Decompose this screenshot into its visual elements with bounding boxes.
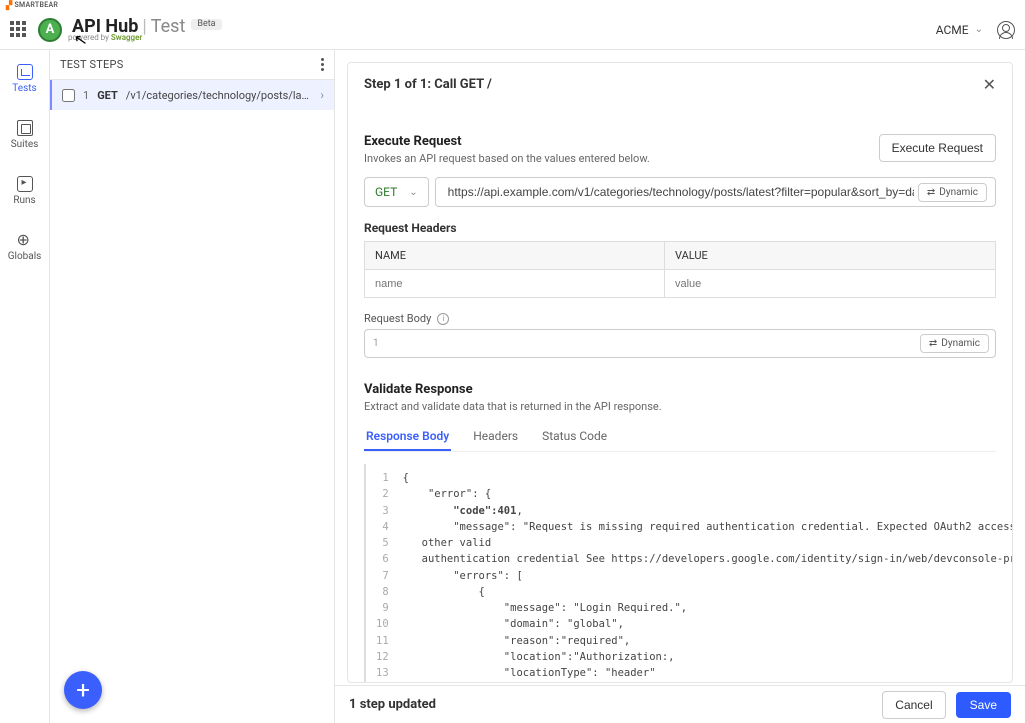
chevron-down-icon: ⌄ — [975, 24, 983, 35]
beta-badge: Beta — [191, 19, 221, 30]
test-steps-panel: TEST STEPS 1 GET /v1/categories/technolo… — [50, 50, 335, 723]
step-path: /v1/categories/technology/posts/latest?f… — [126, 89, 313, 102]
step-checkbox[interactable] — [62, 89, 75, 102]
validate-response-desc: Extract and validate data that is return… — [364, 400, 996, 413]
add-step-fab[interactable]: + — [64, 671, 102, 709]
request-body-label: Request Body — [364, 312, 431, 325]
save-button[interactable]: Save — [956, 692, 1011, 718]
chevron-down-icon: ⌄ — [409, 187, 417, 198]
apps-grid-icon[interactable] — [10, 21, 28, 39]
steps-menu-icon[interactable] — [321, 58, 324, 71]
nav-suites[interactable]: Suites — [0, 116, 49, 154]
tab-headers[interactable]: Headers — [471, 423, 520, 451]
http-method-select[interactable]: GET ⌄ — [364, 177, 429, 207]
globals-icon: ⊕ — [17, 232, 33, 248]
execute-request-desc: Invokes an API request based on the valu… — [364, 152, 650, 165]
request-headers-title: Request Headers — [364, 221, 996, 235]
header-value-input[interactable] — [675, 278, 985, 290]
dynamic-chip-body[interactable]: ⇄ Dynamic — [920, 334, 989, 353]
info-icon[interactable]: i — [437, 313, 449, 325]
link-icon: ⇄ — [927, 187, 935, 198]
cancel-button[interactable]: Cancel — [882, 691, 945, 719]
code-gutter: 1 2 3 4 5 6 7 8 9 10 11 12 13 14 15 16 1… — [376, 470, 403, 683]
url-input[interactable] — [444, 178, 918, 206]
app-header: A API Hub | Test Beta powered by Swagger… — [0, 10, 1025, 50]
request-body-input[interactable] — [391, 337, 914, 351]
footer-status: 1 step updated — [349, 697, 872, 712]
header-col-value: VALUE — [665, 242, 995, 269]
code-content[interactable]: { "error": { "code":401, "message": "Req… — [403, 470, 1013, 683]
execute-request-title: Execute Request — [364, 134, 650, 149]
nav-globals[interactable]: ⊕ Globals — [0, 228, 49, 266]
execute-request-button[interactable]: Execute Request — [879, 134, 996, 162]
test-step-row[interactable]: 1 GET /v1/categories/technology/posts/la… — [50, 80, 334, 110]
header-name-input[interactable] — [375, 278, 654, 290]
step-index: 1 — [83, 89, 89, 102]
main-panel: Step 1 of 1: Call GET / ✕ Execute Reques… — [335, 50, 1025, 723]
close-icon[interactable]: ✕ — [983, 75, 996, 94]
footer-bar: 1 step updated Cancel Save — [335, 685, 1025, 723]
runs-icon — [17, 176, 33, 192]
smartbear-logo: ▞ SMARTBEAR — [6, 1, 58, 10]
link-icon: ⇄ — [929, 338, 937, 349]
nav-runs[interactable]: Runs — [0, 172, 49, 210]
user-avatar-icon[interactable] — [997, 21, 1015, 39]
plus-icon: + — [76, 676, 90, 704]
tab-status-code[interactable]: Status Code — [540, 423, 609, 451]
step-detail-title: Step 1 of 1: Call GET / — [364, 77, 492, 92]
chevron-right-icon: › — [320, 88, 324, 102]
powered-by: powered by Swagger — [68, 34, 222, 42]
nav-tests[interactable]: Tests — [0, 60, 49, 98]
org-selector[interactable]: ACME ⌄ — [936, 23, 983, 37]
tab-response-body[interactable]: Response Body — [364, 423, 451, 451]
test-steps-title: TEST STEPS — [60, 58, 123, 71]
suites-icon — [17, 120, 33, 136]
body-line-number: 1 — [371, 338, 385, 349]
validate-response-title: Validate Response — [364, 382, 996, 397]
dynamic-chip[interactable]: ⇄ Dynamic — [918, 183, 987, 202]
step-method: GET — [97, 89, 118, 102]
bear-icon: ▞ — [6, 1, 12, 10]
tests-icon — [17, 64, 33, 80]
header-col-name: NAME — [365, 242, 665, 269]
request-headers-table: NAME VALUE — [364, 241, 996, 298]
product-badge: A — [38, 18, 62, 42]
response-body-code: 1 2 3 4 5 6 7 8 9 10 11 12 13 14 15 16 1… — [364, 464, 996, 683]
side-nav: Tests Suites Runs ⊕ Globals — [0, 50, 50, 723]
